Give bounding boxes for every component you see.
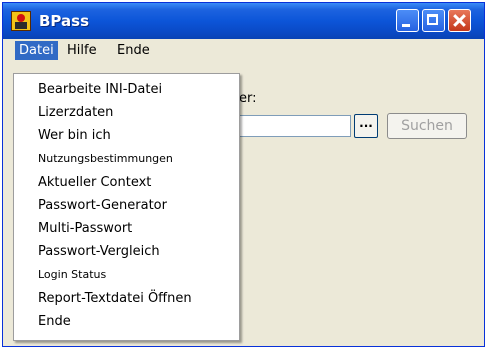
datei-dropdown-menu: Bearbeite INI-Datei Lizerzdaten Wer bin … (13, 73, 240, 341)
menu-item-aktueller-context[interactable]: Aktueller Context (38, 175, 151, 190)
menu-item-ende[interactable]: Ende (38, 314, 71, 329)
browse-button[interactable]: ... (354, 114, 378, 138)
menu-item-multi-passwort[interactable]: Multi-Passwort (38, 221, 132, 236)
menu-item-login-status[interactable]: Login Status (38, 268, 106, 281)
maximize-button[interactable] (422, 9, 445, 32)
search-button[interactable]: Suchen (387, 113, 467, 139)
path-input[interactable] (225, 115, 351, 137)
menu-datei[interactable]: Datei (15, 41, 58, 60)
menu-item-report-textdatei[interactable]: Report-Textdatei Öffnen (38, 291, 192, 306)
minimize-button[interactable] (396, 9, 419, 32)
menu-item-passwort-generator[interactable]: Passwort-Generator (38, 198, 167, 213)
app-window: BPass Datei Hilfe Ende er: ... Suchen Be… (2, 2, 485, 347)
menu-item-nutzungsbestimmungen[interactable]: Nutzungsbestimmungen (38, 152, 173, 165)
close-button[interactable] (448, 9, 471, 32)
field-label: er: (239, 91, 257, 106)
menu-bar: Datei Hilfe Ende (3, 39, 484, 61)
app-icon[interactable] (11, 11, 31, 31)
menu-item-passwort-vergleich[interactable]: Passwort-Vergleich (38, 244, 160, 259)
menu-hilfe[interactable]: Hilfe (63, 42, 101, 59)
menu-item-bearbeite-ini[interactable]: Bearbeite INI-Datei (38, 82, 162, 97)
menu-ende[interactable]: Ende (113, 42, 154, 59)
window-title: BPass (39, 12, 90, 30)
menu-item-lizenzdaten[interactable]: Lizerzdaten (38, 105, 113, 120)
title-bar[interactable]: BPass (3, 3, 484, 39)
menu-item-wer-bin-ich[interactable]: Wer bin ich (38, 128, 111, 143)
